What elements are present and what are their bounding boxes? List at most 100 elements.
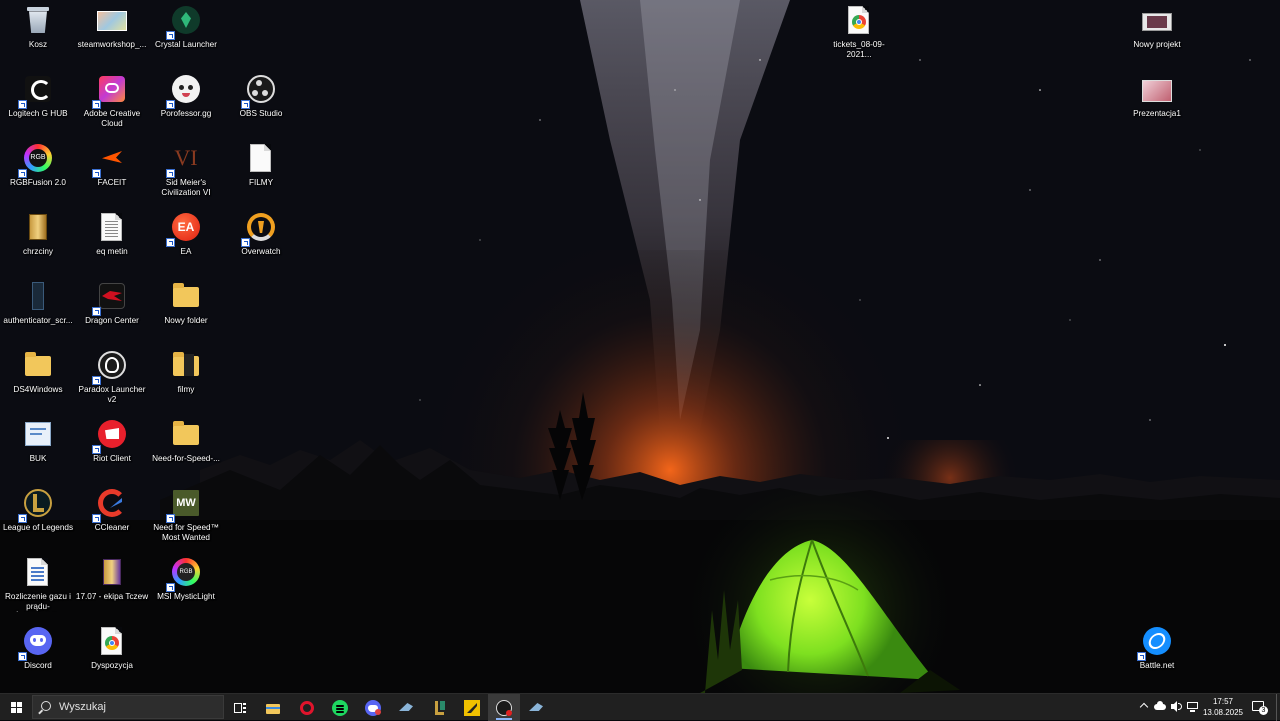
discord-icon bbox=[18, 626, 54, 661]
desktop-icon-ea[interactable]: EA EA bbox=[148, 207, 224, 273]
search-icon bbox=[41, 701, 51, 711]
desktop-icon-nowy-folder[interactable]: Nowy folder bbox=[148, 276, 224, 342]
speaker-volume-icon[interactable] bbox=[1170, 700, 1183, 713]
desktop-icon-buk[interactable]: BUK bbox=[0, 414, 76, 480]
image-file-icon bbox=[22, 281, 54, 313]
battlenet-icon bbox=[1137, 626, 1173, 661]
taskbar-opera[interactable] bbox=[291, 694, 323, 721]
league-of-legends-icon bbox=[18, 488, 54, 523]
taskbar-faceit[interactable] bbox=[456, 694, 488, 721]
desktop-icon-chrzciny[interactable]: chrzciny bbox=[0, 207, 76, 273]
icon-label: FILMY bbox=[248, 178, 274, 187]
presentation-icon bbox=[1141, 74, 1173, 106]
league-of-legends-icon bbox=[431, 700, 447, 716]
onedrive-cloud-icon[interactable] bbox=[1154, 700, 1167, 713]
show-desktop-button[interactable] bbox=[1276, 694, 1280, 721]
taskbar-file-explorer[interactable] bbox=[257, 694, 289, 721]
chrome-document-icon bbox=[96, 626, 128, 658]
desktop-icon-rozliczenie[interactable]: Rozliczenie gazu i prądu- Świętojańska bbox=[0, 552, 76, 618]
desktop-icon-prezentacja1[interactable]: Prezentacja1 bbox=[1119, 69, 1195, 135]
dragon-center-icon bbox=[92, 281, 128, 316]
desktop-icon-crystal-launcher[interactable]: Crystal Launcher bbox=[148, 0, 224, 66]
icon-label: OBS Studio bbox=[239, 109, 283, 118]
desktop-icon-ccleaner[interactable]: CCleaner bbox=[74, 483, 150, 549]
notification-count-badge: 3 bbox=[1259, 706, 1268, 715]
text-document-icon bbox=[22, 419, 54, 451]
icon-label: Riot Client bbox=[93, 454, 131, 463]
start-button[interactable] bbox=[0, 694, 32, 721]
icon-label: Battle.net bbox=[1139, 661, 1175, 670]
desktop-icon-adobe-creative-cloud[interactable]: Adobe Creative Cloud bbox=[74, 69, 150, 135]
taskbar-clock[interactable]: 17:57 13.08.2025 bbox=[1198, 696, 1248, 718]
riot-client-icon bbox=[92, 419, 128, 454]
desktop-icon-nfs-most-wanted[interactable]: MW Need for Speed™ Most Wanted bbox=[148, 483, 224, 549]
icon-label: Nowy folder bbox=[164, 316, 208, 325]
icon-label: Dragon Center bbox=[85, 316, 139, 325]
desktop-icon-kosz[interactable]: Kosz bbox=[0, 0, 76, 66]
desktop-icon-obs-studio[interactable]: OBS Studio bbox=[223, 69, 299, 135]
text-file-icon bbox=[96, 212, 128, 244]
icon-label: eq metin bbox=[96, 247, 128, 256]
nfs-icon: MW bbox=[166, 488, 202, 523]
taskbar-steam-2[interactable] bbox=[520, 694, 552, 721]
windows-logo-icon bbox=[11, 702, 22, 713]
desktop-icon-overwatch[interactable]: Overwatch bbox=[223, 207, 299, 273]
desktop-icon-dragon-center[interactable]: Dragon Center bbox=[74, 276, 150, 342]
desktop-icon-rgbfusion[interactable]: RGB RGBFusion 2.0 bbox=[0, 138, 76, 204]
desktop-icon-dyspozycja[interactable]: Dyspozycja bbox=[74, 621, 150, 687]
video-project-icon bbox=[1141, 5, 1173, 37]
icon-label: Porofessor.gg bbox=[160, 109, 212, 118]
show-hidden-icons-chevron[interactable] bbox=[1138, 700, 1151, 713]
folder-icon bbox=[22, 350, 54, 382]
notification-center-button[interactable]: 3 bbox=[1250, 699, 1268, 715]
taskbar-league-of-legends[interactable] bbox=[423, 694, 455, 721]
desktop-icon-discord[interactable]: Discord bbox=[0, 621, 76, 687]
desktop-icon-authenticator[interactable]: authenticator_scr... bbox=[0, 276, 76, 342]
taskbar-spotify[interactable] bbox=[324, 694, 356, 721]
ccleaner-icon bbox=[92, 488, 128, 523]
desktop-icon-league-of-legends[interactable]: League of Legends bbox=[0, 483, 76, 549]
archive-icon bbox=[22, 212, 54, 244]
desktop-icon-logitech-g-hub[interactable]: Logitech G HUB bbox=[0, 69, 76, 135]
folder-icon bbox=[170, 350, 202, 382]
taskbar-discord[interactable] bbox=[357, 694, 389, 721]
desktop-icon-ds4windows[interactable]: DS4Windows bbox=[0, 345, 76, 411]
discord-icon bbox=[365, 700, 381, 716]
desktop-icon-eq-metin[interactable]: eq metin bbox=[74, 207, 150, 273]
clock-date: 13.08.2025 bbox=[1202, 708, 1244, 717]
desktop-icon-battle-net[interactable]: Battle.net bbox=[1119, 621, 1195, 687]
taskbar-search-box[interactable]: Wyszukaj bbox=[32, 695, 224, 719]
paradox-icon bbox=[92, 350, 128, 385]
blank-file-icon bbox=[245, 143, 277, 175]
desktop-icon-porofessor[interactable]: Porofessor.gg bbox=[148, 69, 224, 135]
desktop-icon-riot-client[interactable]: Riot Client bbox=[74, 414, 150, 480]
icon-label: Prezentacja1 bbox=[1133, 109, 1181, 118]
obs-icon bbox=[241, 74, 277, 109]
desktop-icon-ekipa-tczew[interactable]: 17.07 - ekipa Tczew bbox=[74, 552, 150, 618]
image-file-icon bbox=[96, 5, 128, 37]
taskbar-obs-studio[interactable] bbox=[488, 694, 520, 721]
desktop-icon-msi-mysticlight[interactable]: RGB MSI MysticLight bbox=[148, 552, 224, 618]
archive-icon bbox=[96, 557, 128, 589]
desktop-icon-faceit[interactable]: FACEIT bbox=[74, 138, 150, 204]
icon-label: tickets_08-09-2021... bbox=[833, 40, 885, 59]
task-view-button[interactable] bbox=[224, 694, 256, 721]
ea-icon: EA bbox=[166, 212, 202, 247]
icon-label: Nowy projekt bbox=[1133, 40, 1181, 49]
steam-icon-2 bbox=[528, 700, 544, 716]
desktop-icon-need-for-speed-folder[interactable]: Need-for-Speed-... bbox=[148, 414, 224, 480]
icon-label: Rozliczenie gazu i prądu- Świętojańska bbox=[5, 592, 71, 611]
desktop-icon-filmy-file[interactable]: FILMY bbox=[223, 138, 299, 204]
recycle-bin-icon bbox=[22, 5, 54, 37]
desktop-icon-nowy-projekt[interactable]: Nowy projekt bbox=[1119, 0, 1195, 66]
desktop-icon-filmy[interactable]: filmy bbox=[148, 345, 224, 411]
desktop-icon-steamworkshop[interactable]: steamworkshop_... bbox=[74, 0, 150, 66]
folder-icon bbox=[170, 419, 202, 451]
icon-label: MSI MysticLight bbox=[157, 592, 215, 601]
desktop-icon-tickets[interactable]: tickets_08-09-2021... bbox=[821, 0, 897, 66]
taskbar-steam[interactable] bbox=[390, 694, 422, 721]
icon-label: steamworkshop_... bbox=[77, 40, 147, 49]
desktop-icon-civilization[interactable]: VI Sid Meier's Civilization VI bbox=[148, 138, 224, 204]
icon-label: Adobe Creative Cloud bbox=[83, 109, 141, 128]
desktop-icon-paradox-launcher[interactable]: Paradox Launcher v2 bbox=[74, 345, 150, 411]
